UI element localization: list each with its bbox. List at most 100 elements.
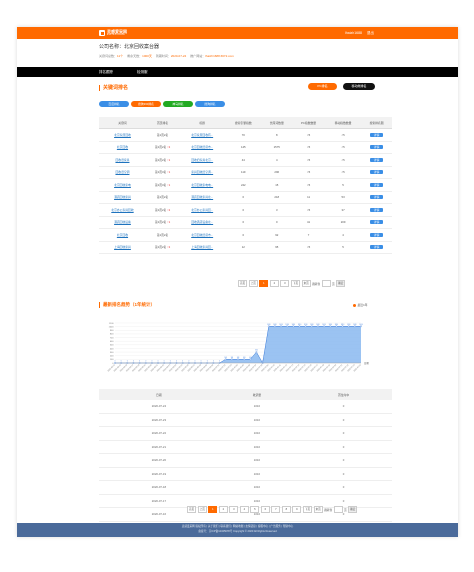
- detail-button[interactable]: 详情: [370, 182, 384, 187]
- action-cell: 详情: [361, 128, 392, 142]
- detail-button[interactable]: 详情: [370, 170, 384, 175]
- engine-tab-360[interactable]: 搜狗360排名: [131, 101, 161, 107]
- count-cell: 1010: [218, 400, 296, 414]
- data-label: 103: [224, 357, 227, 359]
- page-3[interactable]: 3: [229, 506, 239, 513]
- title-link[interactable]: 酒店回收家具北...: [179, 191, 226, 204]
- detail-button[interactable]: 详情: [370, 245, 384, 250]
- keyword-link[interactable]: 北京回收: [99, 228, 146, 242]
- mobile-rank-button[interactable]: 移动端排名: [343, 83, 375, 90]
- rank-value: 第1页2名: [156, 195, 169, 200]
- detail-button[interactable]: 详情: [370, 195, 384, 200]
- data-label: 0: [262, 361, 263, 363]
- keyword-link[interactable]: 酒店回收设备: [99, 216, 146, 229]
- keyword-link[interactable]: 北京办公家具回收: [99, 203, 146, 217]
- page-jump-input[interactable]: [333, 506, 343, 513]
- page-prev[interactable]: 上页: [197, 506, 207, 513]
- page-2[interactable]: 2: [218, 506, 228, 513]
- title-link[interactable]: 回收旧家具北京...: [179, 153, 226, 167]
- column-header: 长尾词数量: [261, 117, 293, 129]
- page-next[interactable]: 下页: [290, 280, 301, 287]
- detail-button[interactable]: 详情: [370, 157, 384, 162]
- keyword-link[interactable]: 回收旧家具: [99, 153, 146, 167]
- logo[interactable]: 灵感爱采网 ZOTLX.COM: [99, 29, 127, 37]
- data-label: 1010: [292, 324, 296, 326]
- pc-index-cell: <5: [292, 166, 325, 179]
- keyword-link[interactable]: 回收旧空调: [99, 166, 146, 179]
- page-9[interactable]: 9: [292, 506, 302, 513]
- engine-tab-baidu[interactable]: 百度排名: [99, 101, 129, 107]
- user-link[interactable]: lhaizh1688: [345, 30, 362, 36]
- data-label: 1010: [316, 324, 320, 326]
- title-link[interactable]: 北京回收旧货市...: [179, 141, 226, 154]
- data-label: 103: [237, 357, 240, 359]
- keyword-link[interactable]: 上海回收家具: [99, 241, 146, 254]
- page-last[interactable]: 末页: [313, 506, 323, 513]
- table-row: 北京回收 第1页2名 北京回收旧货市... 0 92 7 4 详情: [99, 228, 392, 242]
- detail-button[interactable]: 详情: [370, 132, 384, 137]
- mobile-index-cell: <5: [325, 153, 362, 167]
- title-link[interactable]: 上海回收家具回...: [179, 241, 226, 254]
- page-first[interactable]: 首页: [238, 280, 248, 287]
- page-1[interactable]: 1: [259, 280, 269, 287]
- title-link[interactable]: 北京回收家电电...: [179, 178, 226, 192]
- page-2[interactable]: 2: [269, 280, 279, 287]
- data-point: [341, 325, 344, 328]
- page-3[interactable]: 3: [280, 280, 290, 287]
- mobile-index-cell: 5: [325, 241, 362, 254]
- keyword-link[interactable]: 北京回收家电: [99, 178, 146, 192]
- trend-filter[interactable]: 最近1年: [353, 303, 367, 307]
- engine-tab-sogou[interactable]: 搜狗排名: [195, 101, 225, 107]
- y-tick-label: 600: [110, 341, 114, 343]
- nav-item-check[interactable]: 检测服: [137, 70, 148, 75]
- title-link[interactable]: 回收酒店设备北...: [179, 216, 226, 229]
- logout-link[interactable]: 退出: [367, 30, 374, 36]
- trend-panel-title: 最新排名趋势（1年统计）: [99, 302, 155, 308]
- page-last[interactable]: 末页: [301, 280, 311, 287]
- main-nav: 排名跟踪 检测服: [17, 67, 458, 77]
- y-tick-label: 500: [110, 345, 114, 347]
- keyword-table: 关键词 首页排名 标题 搜索引擎指数 长尾词数量 PC指数数量 移动指数数量 搜…: [99, 117, 392, 254]
- detail-button[interactable]: 详情: [370, 145, 384, 150]
- page-jump-input[interactable]: [321, 280, 331, 287]
- meta-value[interactable]: lhaizh1688.6672.com: [205, 54, 234, 58]
- title-link[interactable]: 北京家居回收有...: [179, 128, 226, 142]
- jump-label: 跳转到: [324, 508, 333, 512]
- detail-button[interactable]: 详情: [370, 220, 384, 225]
- title-link[interactable]: 北京回收旧货市...: [179, 228, 226, 242]
- title-link[interactable]: 北京办公家具回...: [179, 203, 226, 217]
- rank-cell: 第1页2名 ↑1: [145, 153, 180, 167]
- x-axis-label: 日期: [364, 361, 369, 365]
- y-tick-label: 1000: [109, 326, 115, 328]
- detail-button[interactable]: 详情: [370, 232, 384, 237]
- index-cell: 145: [225, 141, 262, 154]
- page-go-button[interactable]: 确定: [336, 280, 346, 287]
- page-5[interactable]: 5: [250, 506, 260, 513]
- page-next[interactable]: 下页: [302, 506, 313, 513]
- page-first[interactable]: 首页: [187, 506, 197, 513]
- company-label: 公司名称：: [99, 44, 125, 50]
- rank-cell: 第1页2名 ↑1: [145, 216, 180, 229]
- page-8[interactable]: 8: [281, 506, 291, 513]
- detail-button[interactable]: 详情: [370, 207, 384, 212]
- keyword-link[interactable]: 北京回收: [99, 141, 146, 154]
- page-go-button[interactable]: 确定: [348, 506, 358, 513]
- table-row: 回收旧家具 第1页2名 ↑1 回收旧家具北京... 44 4 <5 <5 详情: [99, 153, 392, 167]
- engine-tab-shenma[interactable]: 神马排名: [163, 101, 193, 107]
- data-label: 0: [127, 361, 128, 363]
- title-link[interactable]: 家具回收旧空调...: [179, 166, 226, 179]
- data-label: 0: [207, 361, 208, 363]
- page-prev[interactable]: 上页: [248, 280, 258, 287]
- meta-label: 剩余天数：: [127, 54, 143, 58]
- page-4[interactable]: 4: [239, 506, 249, 513]
- pc-index-cell: 41: [292, 216, 325, 229]
- keyword-link[interactable]: 酒店回收家具: [99, 191, 146, 204]
- rank-trend: ↑2: [167, 245, 171, 250]
- pc-rank-button[interactable]: PC排名: [308, 83, 337, 90]
- pc-index-cell: <5: [292, 141, 325, 154]
- page-7[interactable]: 7: [271, 506, 281, 513]
- page-6[interactable]: 6: [260, 506, 270, 513]
- keyword-link[interactable]: 北京家居回收: [99, 128, 146, 142]
- nav-item-ranking[interactable]: 排名跟踪: [99, 70, 113, 75]
- page-1[interactable]: 1: [208, 506, 218, 513]
